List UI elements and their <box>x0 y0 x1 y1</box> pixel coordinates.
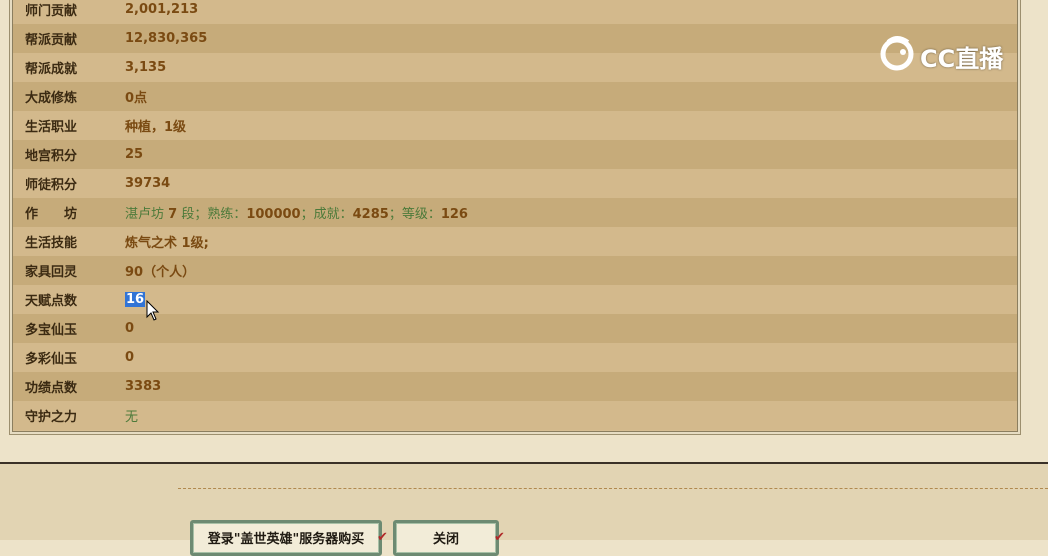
stat-value: 2,001,213 <box>125 2 199 17</box>
watermark-text: CC直播 <box>920 44 1004 73</box>
stat-row: 多宝仙玉 0 <box>13 314 1017 343</box>
stat-row: 帮派成就 3,135 <box>13 53 1017 82</box>
stat-row: 守护之力 无 <box>13 401 1017 430</box>
stat-label: 家具回灵 <box>25 265 78 280</box>
stat-row: 师徒积分 39734 <box>13 169 1017 198</box>
stat-row: 生活技能 炼气之术 1级; <box>13 227 1017 256</box>
stat-row: 家具回灵 90（个人） <box>13 256 1017 285</box>
stat-label: 帮派贡献 <box>25 33 78 48</box>
stat-label: 帮派成就 <box>25 62 78 77</box>
stat-value: 炼气之术 1级; <box>125 236 209 251</box>
stat-value: 3383 <box>125 379 162 394</box>
stat-row: 地宫积分 25 <box>13 140 1017 169</box>
stat-value-part: ；成就： <box>300 207 353 222</box>
stat-label: 大成修炼 <box>25 91 78 106</box>
stat-label: 生活技能 <box>25 236 78 251</box>
stat-row: 天赋点数 16 <box>13 285 1017 314</box>
stat-value: 0 <box>125 350 135 365</box>
stat-value: 0 <box>125 321 135 336</box>
stat-value: 湛卢坊 7 段；熟练：100000；成就：4285；等级：126 <box>125 203 468 222</box>
stat-label: 守护之力 <box>25 410 78 425</box>
stat-row: 生活职业 种植，1级 <box>13 111 1017 140</box>
stat-row: 师门贡献 2,001,213 <box>13 0 1017 24</box>
stat-value-part: 4285 <box>352 207 389 222</box>
close-button[interactable]: 关闭 <box>393 520 499 556</box>
stat-row: 功绩点数 3383 <box>13 372 1017 401</box>
stat-label: 师门贡献 <box>25 4 78 19</box>
stat-row: 帮派贡献 12,830,365 <box>13 24 1017 53</box>
dashed-separator <box>178 488 1048 489</box>
stat-value: 90（个人） <box>125 265 196 280</box>
stat-label: 师徒积分 <box>25 178 78 193</box>
cc-live-watermark: CC直播 <box>878 34 1003 78</box>
footer-area <box>0 464 1048 540</box>
checkmark-icon: ✔ <box>377 530 388 545</box>
selected-value[interactable]: 16 <box>125 292 146 307</box>
stat-row: 作 坊 湛卢坊 7 段；熟练：100000；成就：4285；等级：126 <box>13 198 1017 227</box>
stat-value-part: 段；熟练： <box>177 207 247 222</box>
stat-value-part: 126 <box>440 207 468 222</box>
stat-label: 多彩仙玉 <box>25 352 78 367</box>
stat-label: 天赋点数 <box>25 294 78 309</box>
stats-table: 师门贡献 2,001,213 帮派贡献 12,830,365 帮派成就 3,135 大成修炼… <box>13 0 1017 430</box>
stat-row: 多彩仙玉 0 <box>13 343 1017 372</box>
stat-value-part: 100000 <box>246 207 301 222</box>
login-server-buy-button[interactable]: 登录"盖世英雄"服务器购买 <box>190 520 382 556</box>
stat-value: 12,830,365 <box>125 31 208 46</box>
checkmark-icon: ✔ <box>494 530 505 545</box>
mouse-cursor-icon <box>146 299 160 326</box>
character-info-panel: 师门贡献 2,001,213 帮派贡献 12,830,365 帮派成就 3,135 大成修炼… <box>12 0 1018 432</box>
stat-value: 种植，1级 <box>125 120 187 135</box>
stat-value: 25 <box>125 147 144 162</box>
stat-value: 16 <box>125 292 146 307</box>
cc-live-logo-icon <box>878 34 920 78</box>
stat-label: 地宫积分 <box>25 149 78 164</box>
stat-value: 无 <box>125 410 139 425</box>
stat-value: 39734 <box>125 176 171 191</box>
stat-value-part: ；等级： <box>388 207 441 222</box>
stat-value: 0点 <box>125 91 148 106</box>
stat-label: 功绩点数 <box>25 381 78 396</box>
stat-row: 大成修炼 0点 <box>13 82 1017 111</box>
stat-label: 生活职业 <box>25 120 78 135</box>
stat-label: 多宝仙玉 <box>25 323 78 338</box>
stat-value-part: 7 <box>168 207 178 222</box>
stat-value-part: 湛卢坊 <box>125 207 169 222</box>
stat-value: 3,135 <box>125 60 167 75</box>
stat-label: 作 坊 <box>25 207 78 222</box>
